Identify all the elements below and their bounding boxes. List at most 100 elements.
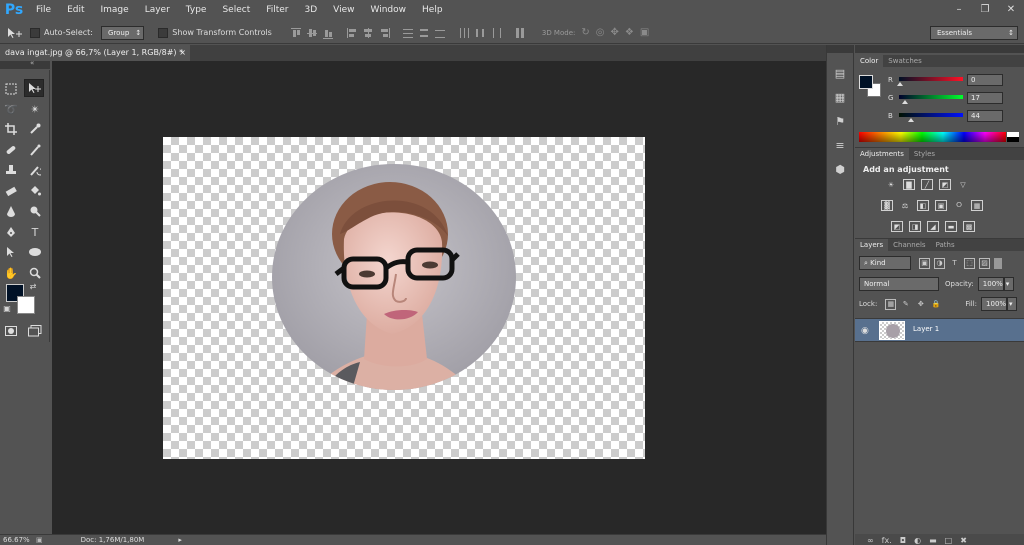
3d-scale-icon[interactable]: ▣ <box>640 27 649 38</box>
path-selection-tool-icon[interactable] <box>1 243 21 261</box>
info-panel-icon[interactable]: ▦ <box>830 87 850 107</box>
minimize-button[interactable]: – <box>946 0 972 18</box>
black-white-swatch[interactable] <box>1007 132 1019 142</box>
blue-slider[interactable] <box>899 113 963 117</box>
link-layers-icon[interactable]: ∞ <box>867 536 874 545</box>
paint-bucket-tool-icon[interactable] <box>25 182 45 200</box>
threshold-icon[interactable]: ◢ <box>927 221 939 232</box>
green-slider[interactable] <box>899 95 963 99</box>
eye-icon[interactable]: ◉ <box>861 326 869 336</box>
align-right-icon[interactable] <box>378 27 390 39</box>
green-slider-thumb[interactable] <box>902 100 908 104</box>
blur-tool-icon[interactable] <box>1 202 21 220</box>
color-foreground-swatch[interactable] <box>859 75 873 89</box>
filter-adjustment-icon[interactable]: ◑ <box>934 257 945 269</box>
tools-panel-header[interactable]: « <box>0 59 50 69</box>
fill-arrow-icon[interactable]: ▾ <box>1007 297 1018 311</box>
screen-mode-icon[interactable] <box>25 322 45 340</box>
filter-pixel-icon[interactable]: ▣ <box>919 257 930 269</box>
healing-brush-tool-icon[interactable] <box>1 141 21 159</box>
tab-channels[interactable]: Channels <box>888 239 930 251</box>
layer-row[interactable]: ◉ Layer 1 <box>855 318 1024 342</box>
filter-type-icon[interactable]: T <box>949 258 960 269</box>
3d-slide-icon[interactable]: ❖ <box>625 27 634 38</box>
distribute-top-icon[interactable] <box>402 27 414 39</box>
filter-shape-icon[interactable]: ⬚ <box>964 257 975 269</box>
type-tool-icon[interactable]: T <box>25 223 45 241</box>
new-group-icon[interactable]: ▬ <box>929 536 937 545</box>
background-color-swatch[interactable] <box>17 296 35 314</box>
distribute-right-icon[interactable] <box>490 27 502 39</box>
layer-style-icon[interactable]: fx. <box>882 536 892 545</box>
status-menu-arrow-icon[interactable]: ▸ <box>178 536 182 544</box>
distribute-left-icon[interactable] <box>458 27 470 39</box>
menu-image[interactable]: Image <box>93 0 137 20</box>
menu-filter[interactable]: Filter <box>258 0 296 20</box>
filter-toggle-switch[interactable] <box>994 257 1002 269</box>
blue-value-field[interactable]: 44 <box>967 110 1003 122</box>
properties-panel-icon[interactable]: ≡ <box>830 135 850 155</box>
brush-tool-icon[interactable] <box>25 141 45 159</box>
collapse-icon[interactable]: « <box>30 59 34 67</box>
invert-icon[interactable]: ◩ <box>891 221 903 232</box>
brightness-contrast-icon[interactable]: ☀ <box>885 179 897 190</box>
3d-roll-icon[interactable]: ◎ <box>596 27 605 38</box>
photo-filter-icon[interactable]: ▣ <box>935 200 947 211</box>
hue-saturation-icon[interactable]: ▓ <box>881 200 893 211</box>
curves-icon[interactable]: ╱ <box>921 179 933 190</box>
lock-position-icon[interactable]: ✥ <box>915 299 926 310</box>
show-transform-checkbox[interactable] <box>158 27 169 38</box>
document-canvas[interactable] <box>163 137 645 459</box>
menu-file[interactable]: File <box>28 0 59 20</box>
auto-align-icon[interactable] <box>514 27 526 39</box>
lock-image-icon[interactable]: ✎ <box>900 299 911 310</box>
channel-mixer-icon[interactable]: ⭘ <box>953 200 965 211</box>
crop-tool-icon[interactable] <box>1 120 21 138</box>
3d-rotate-icon[interactable]: ↻ <box>581 27 589 38</box>
adjustment-layer-icon[interactable]: ◐ <box>914 536 921 545</box>
dock-grip[interactable] <box>827 45 853 53</box>
status-info-icon[interactable]: ▣ <box>36 536 43 544</box>
tab-color[interactable]: Color <box>855 55 884 67</box>
color-spectrum-ramp[interactable] <box>859 132 1006 142</box>
filter-smart-object-icon[interactable]: ▨ <box>979 257 990 269</box>
menu-layer[interactable]: Layer <box>137 0 178 20</box>
tool-preset-picker[interactable] <box>0 27 30 39</box>
marquee-tool-icon[interactable] <box>1 80 21 98</box>
tab-paths[interactable]: Paths <box>931 239 960 251</box>
hand-tool-icon[interactable]: ✋ <box>1 264 21 282</box>
green-value-field[interactable]: 17 <box>967 92 1003 104</box>
red-slider-thumb[interactable] <box>897 82 903 86</box>
menu-select[interactable]: Select <box>214 0 258 20</box>
history-brush-tool-icon[interactable] <box>25 161 45 179</box>
align-top-icon[interactable] <box>290 27 302 39</box>
distribute-bottom-icon[interactable] <box>434 27 446 39</box>
vibrance-icon[interactable]: ▽ <box>957 179 969 190</box>
color-balance-icon[interactable]: ⚖ <box>899 200 911 211</box>
move-tool-icon[interactable] <box>24 79 44 97</box>
red-slider[interactable] <box>899 77 963 81</box>
restore-button[interactable]: ❐ <box>972 0 998 18</box>
gradient-map-icon[interactable]: ▬ <box>945 221 957 232</box>
lock-all-icon[interactable]: 🔒 <box>930 299 941 310</box>
3d-panel-icon[interactable]: ⬢ <box>830 159 850 179</box>
levels-icon[interactable]: ▇ <box>903 179 915 190</box>
history-panel-icon[interactable]: ▤ <box>830 63 850 83</box>
menu-type[interactable]: Type <box>178 0 215 20</box>
blend-mode-dropdown[interactable]: Normal <box>859 277 939 291</box>
auto-select-checkbox[interactable] <box>30 27 40 38</box>
lock-transparent-icon[interactable]: ▦ <box>885 298 897 310</box>
opacity-arrow-icon[interactable]: ▾ <box>1003 277 1014 291</box>
menu-view[interactable]: View <box>325 0 362 20</box>
menu-edit[interactable]: Edit <box>59 0 92 20</box>
layer-filter-kind-dropdown[interactable]: ⌕ Kind <box>859 256 911 270</box>
quick-mask-icon[interactable] <box>1 322 21 340</box>
black-white-icon[interactable]: ◧ <box>917 200 929 211</box>
menu-window[interactable]: Window <box>363 0 415 20</box>
brush-panel-icon[interactable]: ⚑ <box>830 111 850 131</box>
zoom-level[interactable]: 66.67% <box>0 536 36 544</box>
lasso-tool-icon[interactable]: ➰ <box>1 100 21 118</box>
align-vcenter-icon[interactable] <box>306 27 318 39</box>
selective-color-icon[interactable]: ▩ <box>963 221 975 232</box>
delete-layer-icon[interactable]: ✖ <box>960 536 967 545</box>
